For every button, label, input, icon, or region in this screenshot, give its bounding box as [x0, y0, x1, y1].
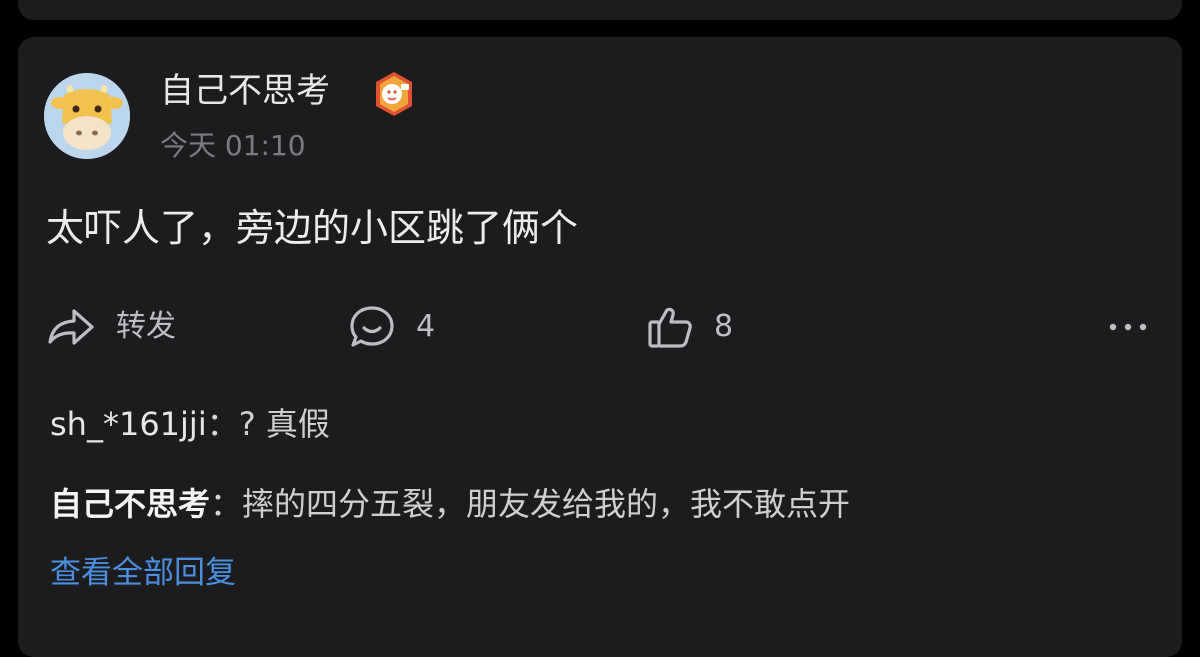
post-content: 太吓人了，旁边的小区跳了俩个 [46, 206, 579, 250]
view-all-replies-link[interactable]: 查看全部回复 [50, 550, 236, 596]
like-button[interactable]: 8 [646, 304, 733, 350]
reply-text: ? 真假 [238, 405, 330, 443]
share-arrow-icon [48, 309, 94, 345]
reply-author[interactable]: 自己不思考 [50, 485, 210, 523]
post-card: 自己不思考 今天 01:10 太吓人了，旁边的小区跳了俩个 转发 4 8 sh_… [18, 37, 1182, 657]
reply-item[interactable]: sh_*161jji：? 真假 [50, 401, 330, 447]
comment-count: 4 [416, 309, 436, 344]
reply-text: 摔的四分五裂，朋友发给我的，我不敢点开 [242, 485, 851, 523]
more-dots-icon [1109, 323, 1147, 331]
reply-item[interactable]: 自己不思考：摔的四分五裂，朋友发给我的，我不敢点开 [50, 481, 850, 527]
post-timestamp: 今天 01:10 [160, 129, 306, 162]
cow-avatar-icon [44, 73, 130, 159]
reply-separator: ： [210, 485, 243, 523]
previous-post-card [18, 0, 1182, 20]
more-options-button[interactable] [1104, 314, 1156, 340]
thumbs-up-icon [648, 307, 692, 348]
level-badge-icon [370, 70, 418, 118]
reply-separator: ： [206, 405, 239, 443]
share-button[interactable]: 转发 [46, 304, 176, 350]
like-count: 8 [714, 309, 734, 344]
comment-button[interactable]: 4 [348, 304, 435, 350]
author-avatar[interactable] [44, 73, 130, 159]
share-label: 转发 [116, 309, 176, 344]
comment-bubble-icon [350, 306, 394, 347]
author-name[interactable]: 自己不思考 [160, 67, 330, 115]
reply-author[interactable]: sh_*161jji [50, 405, 207, 443]
